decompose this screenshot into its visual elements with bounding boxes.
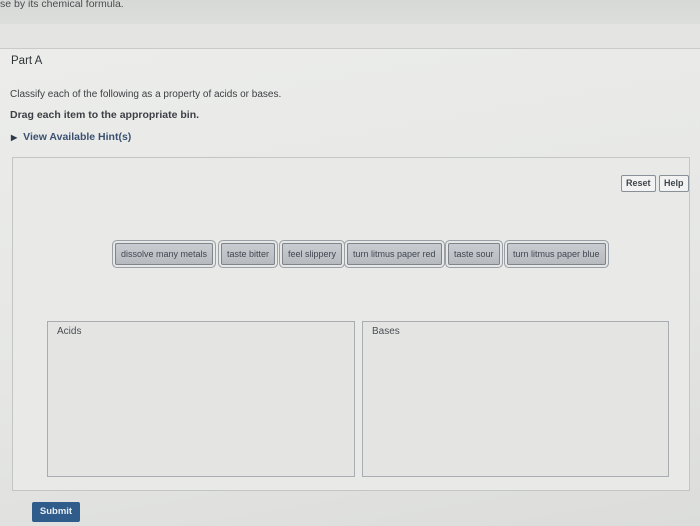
acids-bin-label: Acids — [57, 326, 82, 337]
submit-button[interactable]: Submit — [32, 502, 80, 522]
part-title: Part A — [11, 55, 43, 67]
instruction-text: Classify each of the following as a prop… — [10, 89, 282, 100]
bases-bin[interactable]: Bases — [362, 321, 669, 477]
acids-bin[interactable]: Acids — [47, 321, 355, 477]
triangle-right-icon: ▶ — [11, 132, 18, 142]
draggable-item-turn-litmus-red[interactable]: turn litmus paper red — [347, 243, 442, 265]
reset-button[interactable]: Reset — [621, 175, 656, 192]
drag-instruction: Drag each item to the appropriate bin. — [10, 109, 200, 121]
draggable-item-taste-bitter[interactable]: taste bitter — [221, 243, 276, 265]
previous-question-fragment: se by its chemical formula. — [0, 0, 124, 10]
draggable-item-feel-slippery[interactable]: feel slippery — [282, 243, 343, 265]
bases-bin-label: Bases — [372, 326, 400, 337]
view-hints-link[interactable]: ▶ View Available Hint(s) — [11, 131, 131, 143]
help-button[interactable]: Help — [659, 175, 689, 192]
draggable-item-turn-litmus-blue[interactable]: turn litmus paper blue — [507, 243, 606, 265]
view-hints-label: View Available Hint(s) — [23, 131, 132, 143]
draggable-item-dissolve-many-metals[interactable]: dissolve many metals — [115, 243, 214, 265]
top-strip: se by its chemical formula. — [0, 0, 700, 24]
draggable-item-taste-sour[interactable]: taste sour — [448, 243, 500, 265]
